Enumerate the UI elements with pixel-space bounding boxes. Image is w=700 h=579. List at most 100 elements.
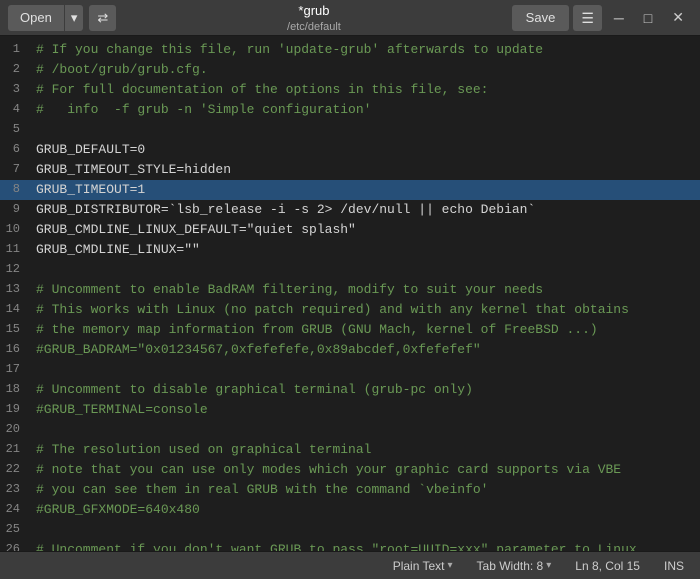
line-number: 6: [0, 140, 30, 160]
line-number: 19: [0, 400, 30, 420]
table-row[interactable]: 14# This works with Linux (no patch requ…: [0, 300, 700, 320]
close-button[interactable]: ✕: [664, 5, 692, 31]
open-button[interactable]: Open: [8, 5, 64, 31]
line-content: # If you change this file, run 'update-g…: [30, 40, 700, 60]
tab-width-label: Tab Width: 8: [477, 559, 544, 573]
line-content: GRUB_TIMEOUT_STYLE=hidden: [30, 160, 700, 180]
line-content: # This works with Linux (no patch requir…: [30, 300, 700, 320]
table-row[interactable]: 24#GRUB_GFXMODE=640x480: [0, 500, 700, 520]
language-dropdown-icon: ▾: [448, 560, 453, 571]
line-number: 10: [0, 220, 30, 240]
line-content: GRUB_CMDLINE_LINUX="": [30, 240, 700, 260]
line-content: GRUB_DISTRIBUTOR=`lsb_release -i -s 2> /…: [30, 200, 700, 220]
table-row[interactable]: 22# note that you can use only modes whi…: [0, 460, 700, 480]
line-number: 13: [0, 280, 30, 300]
table-row[interactable]: 10GRUB_CMDLINE_LINUX_DEFAULT="quiet spla…: [0, 220, 700, 240]
table-row[interactable]: 17: [0, 360, 700, 380]
line-content: [30, 260, 700, 280]
close-icon: ✕: [672, 9, 684, 25]
table-row[interactable]: 7GRUB_TIMEOUT_STYLE=hidden: [0, 160, 700, 180]
line-content: # Uncomment to disable graphical termina…: [30, 380, 700, 400]
line-content: #GRUB_BADRAM="0x01234567,0xfefefefe,0x89…: [30, 340, 700, 360]
tab-width-selector[interactable]: Tab Width: 8 ▾: [473, 557, 556, 575]
line-number: 9: [0, 200, 30, 220]
insert-mode: INS: [660, 557, 688, 575]
file-path: /etc/default: [287, 21, 341, 33]
line-content: # For full documentation of the options …: [30, 80, 700, 100]
table-row[interactable]: 13# Uncomment to enable BadRAM filtering…: [0, 280, 700, 300]
table-row[interactable]: 1# If you change this file, run 'update-…: [0, 40, 700, 60]
titlebar-right: Save ☰ ─ □ ✕: [512, 5, 692, 31]
line-number: 22: [0, 460, 30, 480]
insert-mode-label: INS: [664, 559, 684, 573]
table-row[interactable]: 3# For full documentation of the options…: [0, 80, 700, 100]
table-row[interactable]: 6GRUB_DEFAULT=0: [0, 140, 700, 160]
titlebar-center: *grub /etc/default: [116, 3, 511, 33]
line-number: 8: [0, 180, 30, 200]
table-row[interactable]: 11GRUB_CMDLINE_LINUX="": [0, 240, 700, 260]
language-selector[interactable]: Plain Text ▾: [389, 557, 457, 575]
line-content: GRUB_CMDLINE_LINUX_DEFAULT="quiet splash…: [30, 220, 700, 240]
line-content: # you can see them in real GRUB with the…: [30, 480, 700, 500]
table-row[interactable]: 8GRUB_TIMEOUT=1: [0, 180, 700, 200]
line-number: 7: [0, 160, 30, 180]
table-row[interactable]: 20: [0, 420, 700, 440]
line-number: 21: [0, 440, 30, 460]
table-row[interactable]: 23# you can see them in real GRUB with t…: [0, 480, 700, 500]
language-label: Plain Text: [393, 559, 445, 573]
line-number: 24: [0, 500, 30, 520]
line-number: 18: [0, 380, 30, 400]
line-content: [30, 520, 700, 540]
titlebar-left: Open ▾ ⇄: [8, 5, 116, 31]
line-content: # the memory map information from GRUB (…: [30, 320, 700, 340]
line-content: # /boot/grub/grub.cfg.: [30, 60, 700, 80]
line-content: # Uncomment to enable BadRAM filtering, …: [30, 280, 700, 300]
line-content: #GRUB_GFXMODE=640x480: [30, 500, 700, 520]
maximize-button[interactable]: □: [636, 5, 660, 31]
table-row[interactable]: 16#GRUB_BADRAM="0x01234567,0xfefefefe,0x…: [0, 340, 700, 360]
switch-icon: ⇄: [97, 10, 108, 25]
line-content: [30, 360, 700, 380]
table-row[interactable]: 19#GRUB_TERMINAL=console: [0, 400, 700, 420]
tab-width-dropdown-icon: ▾: [546, 560, 551, 571]
line-number: 11: [0, 240, 30, 260]
line-content: [30, 420, 700, 440]
line-content: [30, 120, 700, 140]
line-number: 20: [0, 420, 30, 440]
file-title: *grub: [298, 3, 329, 18]
table-row[interactable]: 26# Uncomment if you don't want GRUB to …: [0, 540, 700, 551]
line-number: 26: [0, 540, 30, 551]
line-number: 14: [0, 300, 30, 320]
line-number: 4: [0, 100, 30, 120]
line-number: 15: [0, 320, 30, 340]
table-row[interactable]: 2# /boot/grub/grub.cfg.: [0, 60, 700, 80]
dropdown-icon: ▾: [71, 10, 78, 25]
table-row[interactable]: 25: [0, 520, 700, 540]
table-row[interactable]: 9GRUB_DISTRIBUTOR=`lsb_release -i -s 2> …: [0, 200, 700, 220]
line-content: # The resolution used on graphical termi…: [30, 440, 700, 460]
titlebar: Open ▾ ⇄ *grub /etc/default Save ☰ ─ □ ✕: [0, 0, 700, 36]
save-button[interactable]: Save: [512, 5, 570, 31]
hamburger-button[interactable]: ☰: [573, 5, 602, 31]
line-number: 2: [0, 60, 30, 80]
statusbar: Plain Text ▾ Tab Width: 8 ▾ Ln 8, Col 15…: [0, 551, 700, 579]
switch-icon-button[interactable]: ⇄: [89, 5, 116, 31]
open-dropdown-button[interactable]: ▾: [64, 5, 84, 31]
table-row[interactable]: 12: [0, 260, 700, 280]
line-content: GRUB_DEFAULT=0: [30, 140, 700, 160]
maximize-icon: □: [644, 10, 652, 26]
line-number: 16: [0, 340, 30, 360]
table-row[interactable]: 21# The resolution used on graphical ter…: [0, 440, 700, 460]
cursor-position-label: Ln 8, Col 15: [575, 559, 640, 573]
table-row[interactable]: 4# info -f grub -n 'Simple configuration…: [0, 100, 700, 120]
line-number: 1: [0, 40, 30, 60]
table-row[interactable]: 18# Uncomment to disable graphical termi…: [0, 380, 700, 400]
line-content: #GRUB_TERMINAL=console: [30, 400, 700, 420]
line-number: 23: [0, 480, 30, 500]
table-row[interactable]: 5: [0, 120, 700, 140]
minimize-button[interactable]: ─: [606, 5, 632, 31]
editor-area[interactable]: 1# If you change this file, run 'update-…: [0, 36, 700, 551]
line-number: 3: [0, 80, 30, 100]
cursor-position: Ln 8, Col 15: [571, 557, 644, 575]
table-row[interactable]: 15# the memory map information from GRUB…: [0, 320, 700, 340]
